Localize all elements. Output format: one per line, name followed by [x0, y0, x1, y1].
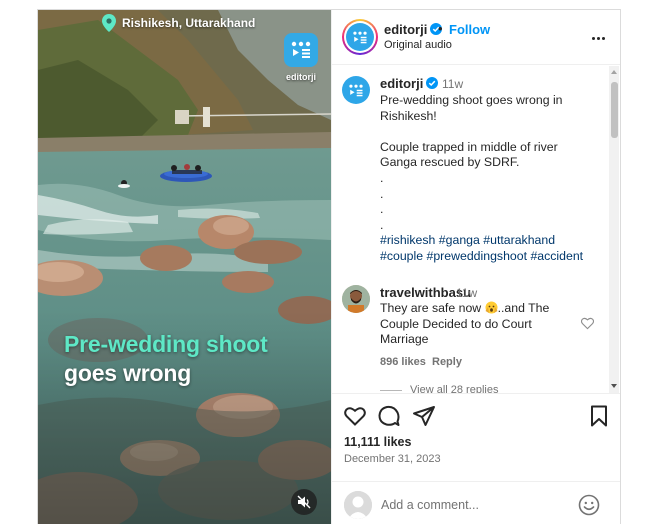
post-header: editorji • Follow Original audio: [332, 10, 620, 65]
view-replies-label[interactable]: View all 28 replies: [410, 384, 498, 393]
commenter-photo: [342, 285, 370, 313]
add-comment-bar: [332, 481, 620, 524]
caption-text: Pre-wedding shoot goes wrong in Rishikes…: [380, 93, 563, 232]
editorji-logo: [284, 33, 318, 67]
share-paper-plane-icon[interactable]: [412, 404, 436, 428]
hashtag-link[interactable]: #couple: [380, 249, 423, 263]
caption-username-text[interactable]: editorji: [380, 76, 423, 91]
caption-timestamp[interactable]: 11w: [442, 77, 463, 91]
post-details-panel: editorji • Follow Original audio editorj…: [331, 10, 620, 524]
comment-like-count[interactable]: 896 likes: [380, 356, 426, 368]
heart-icon[interactable]: [581, 317, 594, 330]
commenter-avatar[interactable]: [342, 285, 370, 313]
author-username-text[interactable]: editorji: [384, 22, 427, 37]
instagram-post: Rishikesh, Uttarakhand editorji Pre-wedd…: [37, 9, 621, 524]
editorji-logo-icon: [291, 41, 311, 58]
current-user-avatar: [344, 491, 372, 519]
default-user-avatar-icon: [344, 491, 372, 519]
hashtag-link[interactable]: #preweddingshoot: [427, 249, 528, 263]
replies-line: [380, 389, 402, 391]
comment-input[interactable]: [381, 498, 571, 512]
header-separator: •: [438, 21, 443, 36]
post-like-count[interactable]: 11,111 likes: [344, 435, 411, 449]
headline-line-1: Pre-wedding shoot: [64, 331, 268, 357]
hashtag-link[interactable]: #rishikesh: [380, 233, 435, 247]
comments-scroll-area[interactable]: editorji 11w Pre-wedding shoot goes wron…: [332, 66, 620, 393]
hashtag-link[interactable]: #ganga: [439, 233, 480, 247]
save-bookmark-icon[interactable]: [587, 404, 611, 428]
comment-timestamp[interactable]: 11w: [456, 286, 477, 300]
scroll-up-arrow-icon[interactable]: [611, 70, 617, 74]
comment-text-start: They are safe now: [380, 301, 485, 315]
verified-badge-icon: [426, 77, 439, 89]
like-heart-icon[interactable]: [343, 404, 367, 428]
caption-username[interactable]: editorji: [380, 76, 439, 91]
post-date[interactable]: December 31, 2023: [344, 453, 441, 465]
author-username[interactable]: editorji: [384, 22, 443, 37]
brand-watermark-text: editorji: [285, 72, 316, 82]
map-pin-icon: [102, 14, 116, 32]
emoji-picker-icon[interactable]: [578, 494, 600, 516]
comment-text: They are safe now ..and The Couple Decid…: [380, 301, 566, 348]
scrollbar-thumb[interactable]: [611, 82, 618, 138]
action-bar: [332, 393, 620, 433]
comment-bubble-icon[interactable]: [377, 404, 401, 428]
follow-button[interactable]: Follow: [449, 22, 490, 37]
location-tag: Rishikesh, Uttarakhand: [102, 14, 255, 32]
location-text: Rishikesh, Uttarakhand: [122, 16, 256, 30]
view-replies-button[interactable]: View all 28 replies: [380, 384, 498, 393]
face-with-hands-emoji-icon: [485, 301, 498, 314]
editorji-logo-icon: [349, 84, 363, 96]
speaker-muted-icon: [297, 495, 311, 509]
hashtag-link[interactable]: #accident: [530, 249, 583, 263]
river-video-frame: [38, 10, 331, 524]
more-options-icon[interactable]: [588, 28, 608, 48]
caption-hashtags: #rishikesh #ganga #uttarakhand #couple #…: [380, 233, 600, 264]
hashtag-link[interactable]: #uttarakhand: [483, 233, 555, 247]
scroll-down-arrow-icon[interactable]: [611, 384, 617, 388]
video-player[interactable]: Rishikesh, Uttarakhand editorji Pre-wedd…: [38, 10, 331, 524]
caption-author-avatar[interactable]: [342, 76, 370, 104]
author-avatar[interactable]: [342, 19, 378, 55]
audio-link[interactable]: Original audio: [384, 39, 452, 51]
headline-line-2: goes wrong: [64, 360, 192, 386]
video-headline: Pre-wedding shoot goes wrong: [64, 330, 268, 388]
reply-button[interactable]: Reply: [432, 356, 462, 368]
editorji-logo-icon: [353, 31, 367, 43]
mute-button[interactable]: [291, 489, 317, 515]
